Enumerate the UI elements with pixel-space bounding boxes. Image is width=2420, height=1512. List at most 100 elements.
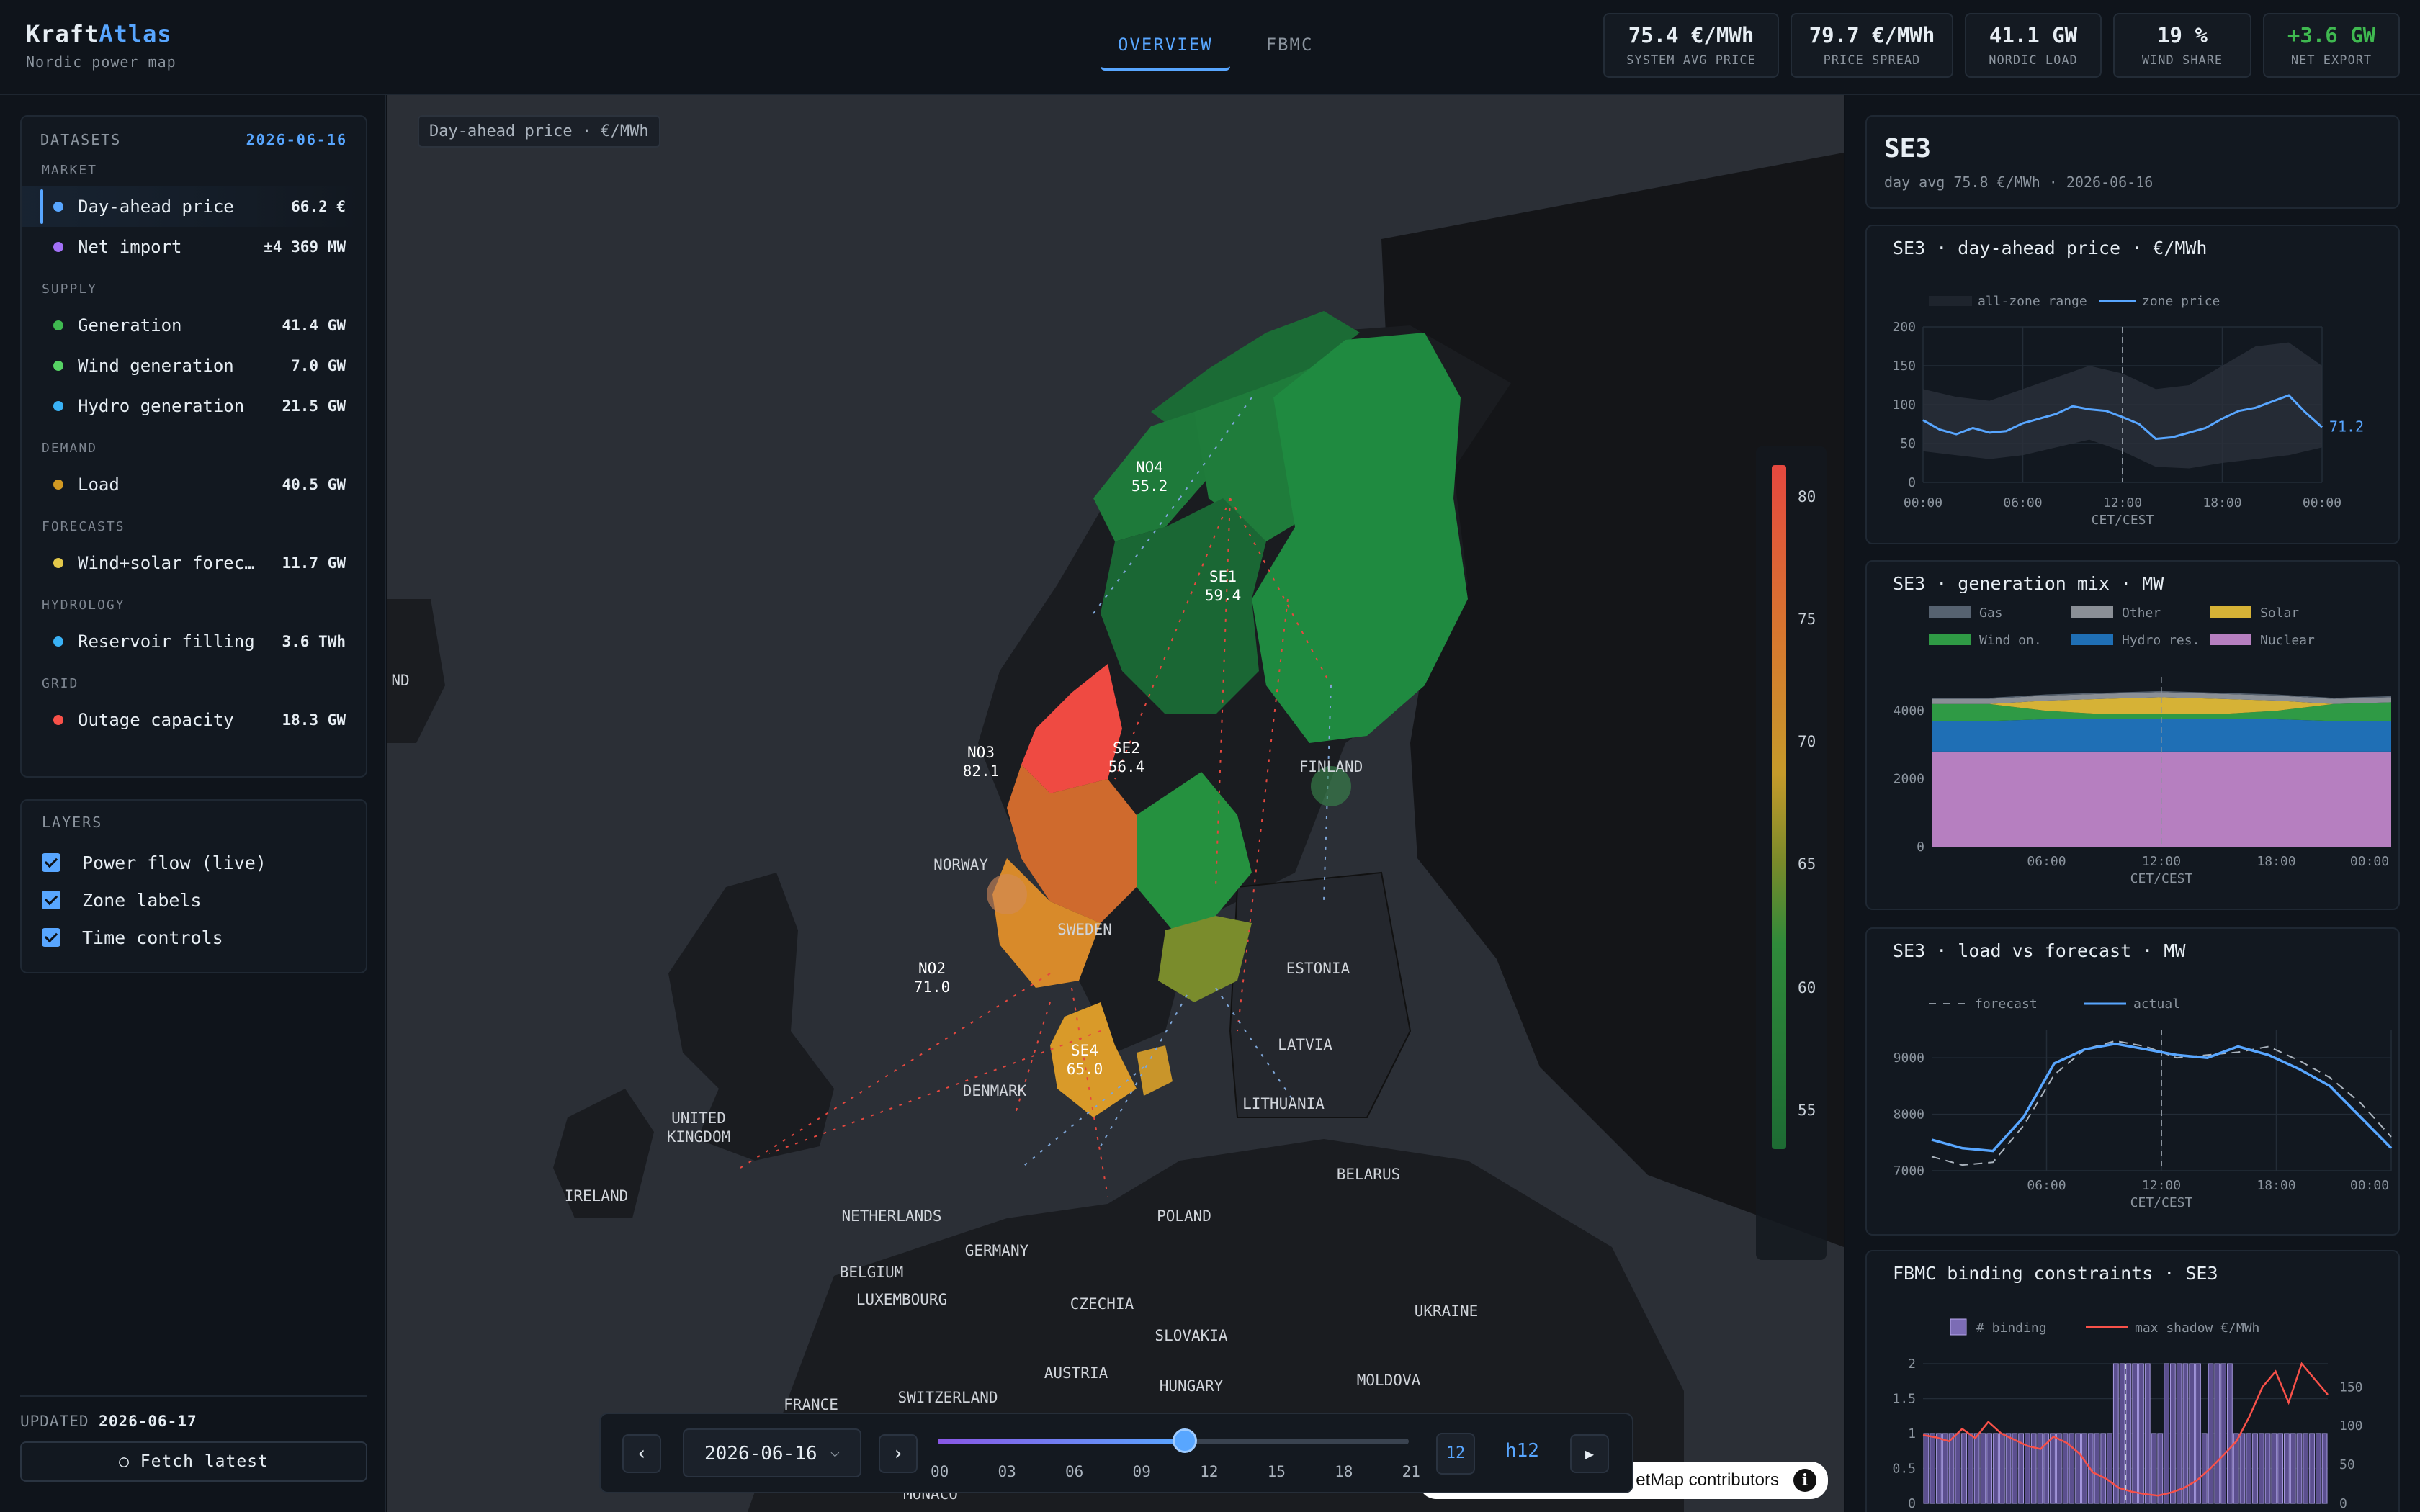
hour-slider-thumb[interactable] xyxy=(1172,1428,1197,1453)
bar-binding xyxy=(2220,1363,2226,1504)
dataset-hydro-generation[interactable]: Hydro generation 21.5 GW xyxy=(22,386,366,426)
zone-price-se1: 59.4 xyxy=(1205,587,1242,604)
x-tick-label: 18:00 xyxy=(2257,1178,2295,1193)
generation-mix-chart[interactable]: Gas Other Solar Wind on. Hydro res. Nuclear 40… xyxy=(1867,562,2401,912)
legend-tick: 75 xyxy=(1798,611,1816,628)
x-axis-label: CET/CEST xyxy=(2130,871,2193,886)
checkbox-checked[interactable] xyxy=(42,928,60,947)
layer-time-controls[interactable]: Time controls xyxy=(42,919,346,956)
x-axis-label: CET/CEST xyxy=(2130,1195,2193,1210)
legend-label: forecast xyxy=(1975,996,2038,1012)
dataset-outage-capacity[interactable]: Outage capacity 18.3 GW xyxy=(22,700,366,740)
next-day-button[interactable]: › xyxy=(879,1434,918,1473)
bar-binding xyxy=(2258,1433,2264,1504)
country-label: SLOVAKIA xyxy=(1155,1327,1228,1344)
legend-gradient xyxy=(1772,465,1786,1149)
y-tick-label: 100 xyxy=(1892,397,1916,413)
bar-binding xyxy=(2119,1363,2125,1504)
checkbox-checked[interactable] xyxy=(42,853,60,872)
bar-binding xyxy=(2144,1363,2151,1504)
checkbox-checked[interactable] xyxy=(42,891,60,909)
bar-binding xyxy=(1936,1433,1942,1504)
country-label: DENMARK xyxy=(963,1082,1027,1099)
bar-binding xyxy=(2309,1433,2315,1504)
layer-zone-labels[interactable]: Zone labels xyxy=(42,881,346,919)
dataset-load[interactable]: Load 40.5 GW xyxy=(22,464,366,505)
zone-summary-card: SE3 day avg 75.8 €/MWh · 2026-06-16 xyxy=(1865,115,2400,209)
hour-slider[interactable] xyxy=(938,1428,1409,1453)
legend-label: # binding xyxy=(1976,1320,2047,1336)
dataset-dot xyxy=(53,361,63,371)
map-canvas[interactable]: NO4 55.2 SE1 59.4 NO3 82.1 SE2 56.4 NO2 … xyxy=(387,95,1844,1512)
bar-binding xyxy=(2321,1433,2328,1504)
load-forecast-chart[interactable]: forecast actual 9000 8000 7000 06:00 12:00 18:0… xyxy=(1867,929,2401,1237)
map-layer-tag: Day-ahead price · €/MWh xyxy=(418,115,660,148)
y-tick-label: 50 xyxy=(1900,436,1916,451)
group-grid: GRID xyxy=(42,676,79,691)
kpi-net-export: +3.6 GW NET EXPORT xyxy=(2263,13,2400,78)
country-label: GERMANY xyxy=(965,1242,1029,1259)
top-header: KraftAtlas Nordic power map OVERVIEW FBM… xyxy=(0,0,2420,95)
bar-binding xyxy=(1961,1433,1967,1504)
zone-price-no3: 82.1 xyxy=(963,762,1000,780)
dataset-day-ahead-price[interactable]: Day-ahead price 66.2 € xyxy=(22,186,366,227)
dataset-wind-solar-forecast[interactable]: Wind+solar forec… 11.7 GW xyxy=(22,543,366,583)
price-chart[interactable]: all-zone range zone price 200 150 100 50 0 00:0… xyxy=(1867,226,2401,546)
map-land-baltics xyxy=(1229,871,1412,1118)
layers-panel: LAYERS Power flow (live) Zone labels Tim… xyxy=(20,799,367,973)
bar-binding xyxy=(2296,1433,2303,1504)
country-label: LATVIA xyxy=(1278,1036,1332,1053)
bar-binding xyxy=(2081,1433,2087,1504)
bar-binding xyxy=(1967,1433,1973,1504)
group-forecasts: FORECASTS xyxy=(42,519,125,534)
hour-ticks: 00 03 06 09 12 15 18 21 xyxy=(931,1463,1420,1480)
bar-binding xyxy=(2157,1433,2164,1504)
chevron-down-icon: ⌵ xyxy=(830,1443,840,1461)
dataset-dot xyxy=(53,715,63,725)
dataset-dot xyxy=(53,636,63,647)
legend-label: Solar xyxy=(2260,606,2299,621)
bar-binding xyxy=(2208,1363,2214,1504)
country-label: SWEDEN xyxy=(1057,921,1112,938)
hour-stepper[interactable]: 12 xyxy=(1436,1433,1475,1475)
bar-binding xyxy=(2315,1433,2321,1504)
country-label: SWITZERLAND xyxy=(897,1389,998,1406)
group-supply: SUPPLY xyxy=(42,282,98,297)
info-icon[interactable]: i xyxy=(1793,1469,1816,1492)
brand-subtitle: Nordic power map xyxy=(26,53,176,71)
legend-tick: 80 xyxy=(1798,488,1816,505)
brand[interactable]: KraftAtlas Nordic power map xyxy=(26,20,176,71)
map-view[interactable]: Day-ahead price · €/MWh NO4 55.2 SE1 59.… xyxy=(387,95,1844,1512)
layer-power-flow[interactable]: Power flow (live) xyxy=(42,844,346,881)
kpi-price-spread: 79.7 €/MWh PRICE SPREAD xyxy=(1791,13,1953,78)
play-button[interactable]: ▶ xyxy=(1570,1434,1609,1473)
dataset-net-import[interactable]: Net import ±4 369 MW xyxy=(22,227,366,267)
bar-binding xyxy=(2290,1433,2296,1504)
bar-binding xyxy=(2069,1433,2075,1504)
legend-label: Gas xyxy=(1979,606,2003,621)
tab-overview[interactable]: OVERVIEW xyxy=(1101,29,1230,71)
country-label: MOLDOVA xyxy=(1357,1372,1421,1389)
bar-binding xyxy=(2214,1363,2220,1504)
datasets-header: DATASETS 2026-06-16 xyxy=(40,131,347,148)
date-select[interactable]: 2026-06-16 ⌵ xyxy=(683,1428,861,1477)
y-tick-label: 2 xyxy=(1908,1356,1916,1372)
y-tick-label: 9000 xyxy=(1894,1050,1924,1066)
brand-name: KraftAtlas xyxy=(26,20,172,48)
fbmc-constraints-chart[interactable]: # binding max shadow €/MWh 2 1.5 1 0.5 0 150 100… xyxy=(1867,1251,2401,1512)
legend-swatch xyxy=(2071,634,2113,645)
dataset-reservoir-filling[interactable]: Reservoir filling 3.6 TWh xyxy=(22,621,366,662)
dataset-generation[interactable]: Generation 41.4 GW xyxy=(22,305,366,346)
tab-fbmc[interactable]: FBMC xyxy=(1249,29,1331,71)
dataset-wind-generation[interactable]: Wind generation 7.0 GW xyxy=(22,346,366,386)
x-axis-label: CET/CEST xyxy=(2092,513,2154,528)
y-tick-label: 0 xyxy=(1917,840,1924,855)
y-tick-label: 150 xyxy=(1892,359,1916,374)
legend-swatch xyxy=(1929,634,1971,645)
bar-binding xyxy=(2284,1433,2290,1504)
country-label: ESTONIA xyxy=(1286,960,1350,977)
fetch-latest-button[interactable]: ○ Fetch latest xyxy=(20,1441,367,1482)
time-controls: ‹ 2026-06-16 ⌵ › 00 03 06 09 12 15 18 21… xyxy=(599,1413,1634,1493)
zone-subtitle: day avg 75.8 €/MWh · 2026-06-16 xyxy=(1884,174,2154,191)
prev-day-button[interactable]: ‹ xyxy=(622,1434,661,1473)
